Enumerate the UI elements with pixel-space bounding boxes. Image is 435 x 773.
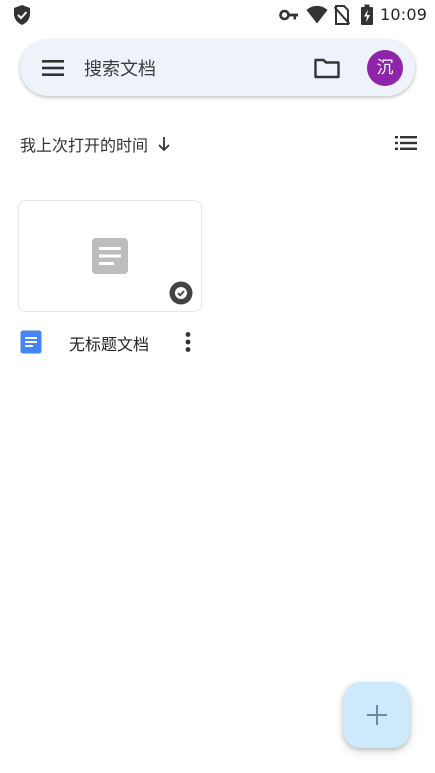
create-document-button[interactable]: [343, 682, 410, 748]
google-docs-icon: [20, 330, 42, 354]
menu-icon[interactable]: [40, 56, 66, 80]
sort-selector[interactable]: 我上次打开的时间: [20, 132, 172, 156]
document-info-row: 无标题文档: [18, 328, 200, 356]
search-bar[interactable]: 沉: [20, 40, 415, 96]
battery-charging-icon: [361, 4, 373, 25]
document-icon: [92, 238, 128, 274]
sort-label: 我上次打开的时间: [20, 136, 149, 155]
document-card[interactable]: [18, 200, 202, 312]
status-bar: 10:09: [0, 0, 435, 30]
no-sim-icon: [334, 5, 350, 25]
more-options-icon[interactable]: [181, 330, 195, 354]
plus-icon: [367, 705, 387, 725]
shield-check-icon: [14, 5, 30, 25]
offline-available-icon: [169, 281, 193, 305]
docs-home-screen: 10:09 沉 我上次打开的时间: [0, 0, 435, 773]
folder-icon[interactable]: [313, 56, 341, 80]
document-title[interactable]: 无标题文档: [69, 331, 149, 355]
search-input[interactable]: [82, 48, 306, 90]
status-time: 10:09: [380, 5, 428, 24]
arrow-down-icon: [158, 137, 170, 152]
wifi-icon: [306, 5, 328, 24]
list-view-icon[interactable]: [394, 134, 418, 152]
vpn-key-icon: [279, 9, 298, 21]
avatar[interactable]: 沉: [367, 50, 403, 86]
